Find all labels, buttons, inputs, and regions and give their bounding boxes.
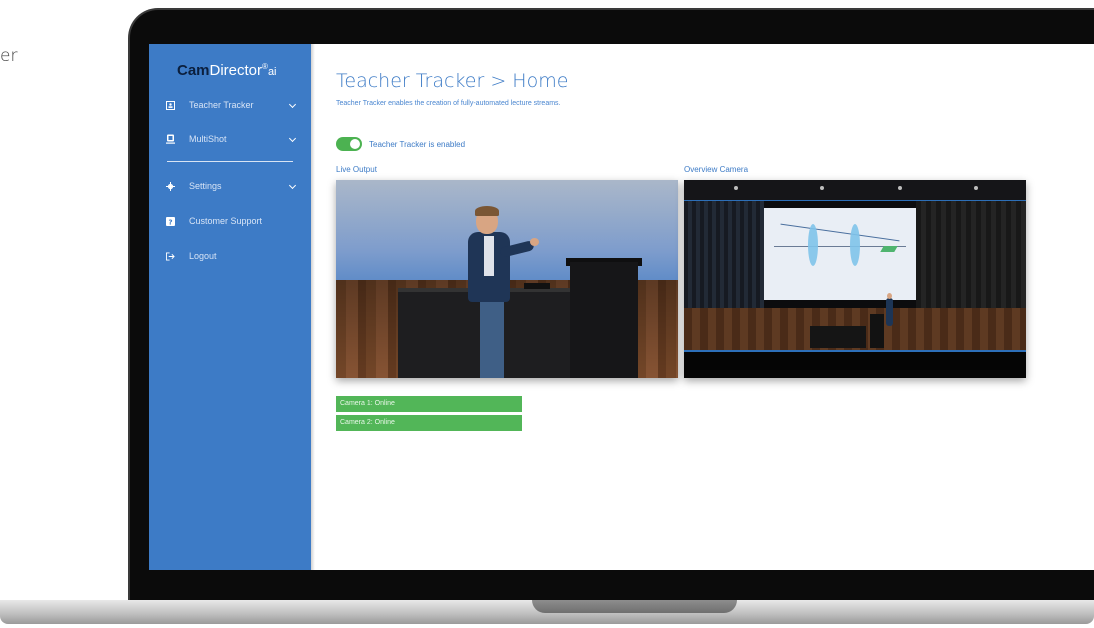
toggle-label: Teacher Tracker is enabled bbox=[369, 140, 466, 149]
person-icon bbox=[166, 100, 175, 110]
ceiling-light bbox=[734, 186, 738, 190]
overview-camera-label: Overview Camera bbox=[684, 165, 749, 174]
podium bbox=[570, 262, 638, 378]
background-text: er bbox=[0, 46, 18, 66]
camera-2-status: Camera 2: Online bbox=[336, 415, 522, 431]
ceiling-light bbox=[974, 186, 978, 190]
presenter-hand bbox=[530, 238, 539, 246]
logo-suffix: ai bbox=[267, 66, 277, 78]
sidebar-item-customer-support[interactable]: ? Customer Support bbox=[149, 211, 311, 231]
audience-silhouettes bbox=[684, 352, 1026, 378]
curtain-right bbox=[916, 200, 1026, 320]
sidebar-item-multishot[interactable]: MultiShot bbox=[149, 129, 311, 149]
sidebar-item-label: Logout bbox=[189, 251, 217, 261]
sidebar: CamDirector®ai Teacher Tracker MultiShot bbox=[149, 44, 315, 570]
sidebar-item-label: MultiShot bbox=[189, 134, 227, 144]
ceiling-light bbox=[898, 186, 902, 190]
sidebar-divider bbox=[167, 161, 293, 162]
page-subtitle: Teacher Tracker enables the creation of … bbox=[336, 100, 561, 107]
chevron-down-icon bbox=[288, 134, 297, 143]
sidebar-item-settings[interactable]: Settings bbox=[149, 176, 311, 196]
app-screen: CamDirector®ai Teacher Tracker MultiShot bbox=[149, 44, 1094, 570]
live-output-video[interactable] bbox=[336, 180, 678, 378]
sidebar-item-label: Teacher Tracker bbox=[189, 100, 254, 110]
question-icon: ? bbox=[166, 216, 175, 226]
lens-shape bbox=[850, 224, 860, 266]
laptop-base-notch bbox=[532, 600, 737, 613]
presenter-shirt bbox=[484, 236, 494, 276]
lens-shape bbox=[808, 224, 818, 266]
presenter-head bbox=[887, 293, 892, 299]
desk bbox=[810, 326, 866, 348]
app-logo[interactable]: CamDirector®ai bbox=[177, 62, 277, 79]
overview-camera-video[interactable] bbox=[684, 180, 1026, 378]
gear-icon bbox=[166, 181, 175, 191]
page-title: Teacher Tracker > Home bbox=[336, 70, 569, 92]
projection-screen bbox=[764, 208, 916, 300]
toggle-knob bbox=[350, 139, 360, 149]
sidebar-item-logout[interactable]: Logout bbox=[149, 246, 311, 266]
logout-icon bbox=[166, 251, 175, 261]
sidebar-item-label: Settings bbox=[189, 181, 222, 191]
sidebar-item-teacher-tracker[interactable]: Teacher Tracker bbox=[149, 95, 311, 115]
curtain-left bbox=[684, 200, 764, 320]
page: er CamDirector®ai Teacher Tracker MultiS… bbox=[0, 0, 1094, 628]
desk-laptop bbox=[524, 283, 550, 289]
ceiling bbox=[684, 180, 1026, 200]
camera-icon bbox=[166, 134, 175, 144]
presenter-body bbox=[886, 298, 893, 326]
logo-bold: Cam bbox=[177, 62, 210, 79]
live-output-label: Live Output bbox=[336, 165, 377, 174]
logo-rest: Director bbox=[209, 62, 263, 79]
main-content: Teacher Tracker > Home Teacher Tracker e… bbox=[336, 44, 1094, 570]
svg-text:?: ? bbox=[168, 218, 172, 226]
ceiling-light bbox=[820, 186, 824, 190]
teacher-tracker-toggle[interactable] bbox=[336, 137, 362, 151]
tracking-line-top bbox=[684, 200, 1026, 201]
podium bbox=[870, 314, 884, 348]
chevron-down-icon bbox=[288, 100, 297, 109]
chevron-down-icon bbox=[288, 181, 297, 190]
presenter-legs bbox=[480, 298, 504, 378]
presenter-hair bbox=[475, 206, 499, 216]
sidebar-item-label: Customer Support bbox=[189, 216, 263, 226]
camera-1-status: Camera 1: Online bbox=[336, 396, 522, 412]
